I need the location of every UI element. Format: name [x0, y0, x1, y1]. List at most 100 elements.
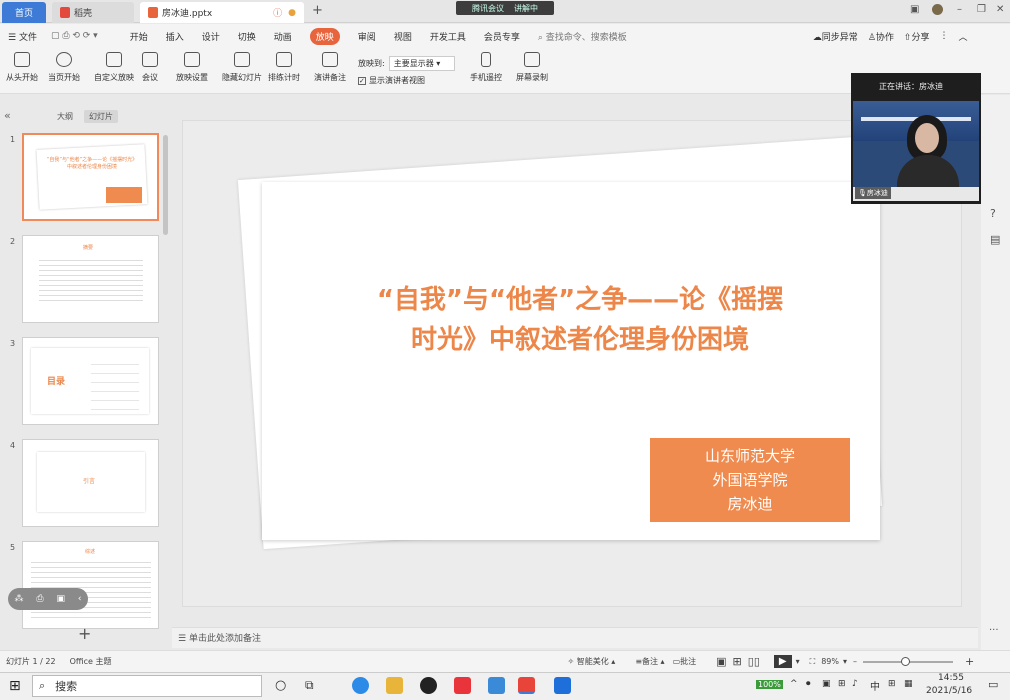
slide-thumb-3[interactable]: 目录 [22, 337, 159, 425]
screen-record-button[interactable]: 屏幕录制 [516, 52, 548, 83]
zoom-out-icon[interactable]: – [853, 657, 857, 666]
menu-insert[interactable]: 插入 [166, 30, 184, 43]
cortana-icon[interactable]: ○ [275, 678, 286, 693]
wechat-tray-icon[interactable]: ▣ [822, 679, 831, 689]
hide-slide-button[interactable]: 隐藏幻灯片 [222, 52, 262, 83]
windows-start-icon[interactable]: ⊞ [9, 678, 21, 694]
menu-home[interactable]: 开始 [130, 30, 148, 43]
zoom-slider-thumb[interactable] [901, 656, 910, 666]
sorter-view-icon[interactable]: ⊞ [733, 655, 742, 668]
menu-file[interactable]: ☰ 文件 [8, 30, 37, 43]
new-tab-icon[interactable]: + [312, 3, 323, 18]
author-box[interactable]: 山东师范大学 外国语学院 房冰迪 [650, 438, 850, 522]
notes-area[interactable]: ☰ 单击此处添加备注 [172, 627, 978, 648]
fit-window-icon[interactable]: ⛶ [810, 657, 816, 667]
network-icon[interactable]: ⊞ [838, 679, 846, 689]
slide-thumb-2[interactable]: 摘要 [22, 235, 159, 323]
speaker-notes-button[interactable]: 演讲备注 [314, 52, 346, 83]
menu-design[interactable]: 设计 [202, 30, 220, 43]
menu-developer[interactable]: 开发工具 [430, 30, 466, 43]
menu-member[interactable]: 会员专享 [484, 30, 520, 43]
theme-name[interactable]: Office 主题 [70, 656, 112, 667]
menu-slideshow[interactable]: 放映 [309, 27, 340, 45]
ime-indicator[interactable]: 中 [870, 678, 880, 693]
more-icon[interactable]: ⋮ [939, 31, 948, 41]
more-dots-icon[interactable]: ··· [989, 625, 999, 636]
quick-access-icons[interactable]: ▢ ⎙ ⟲ ⟳ ▾ [51, 31, 98, 41]
notes-toggle[interactable]: ≡备注 ▴ [635, 656, 664, 667]
beautify-button[interactable]: ✧ 智能美化 ▴ [568, 656, 616, 667]
menu-review[interactable]: 审阅 [358, 30, 376, 43]
custom-show-button[interactable]: 自定义放映 [94, 52, 134, 83]
tab-document[interactable]: 房冰迪.pptx ⓘ ● [140, 2, 304, 23]
help-icon[interactable]: ? [990, 207, 996, 220]
slide-thumb-1[interactable]: “自我”与“他者”之争——论《摇摆时光》中叙述者伦理身份困境 [22, 133, 159, 221]
ime-tool-icon[interactable]: ▦ [904, 679, 913, 689]
window-layout-icon[interactable]: ▣ [910, 4, 919, 15]
phone-remote-button[interactable]: 手机遥控 [470, 52, 502, 83]
warning-icon[interactable]: ⓘ [273, 6, 282, 19]
clock-time[interactable]: 14:55 [938, 673, 964, 683]
tencent-meeting-icon[interactable] [554, 677, 571, 694]
add-slide-button[interactable]: + [78, 624, 91, 643]
close-icon[interactable]: ✕ [996, 4, 1004, 15]
show-settings-button[interactable]: 放映设置 [176, 52, 208, 83]
menu-view[interactable]: 视图 [394, 30, 412, 43]
zoom-in-icon[interactable]: + [965, 655, 974, 668]
from-current-button[interactable]: 当页开始 [48, 52, 80, 83]
tab-outline[interactable]: 大纲 [52, 110, 78, 123]
share-button[interactable]: ⇧分享 [904, 30, 930, 43]
clipboard-icon[interactable]: ▤ [990, 233, 1000, 246]
from-start-button[interactable]: 从头开始 [6, 52, 38, 83]
panel-scrollbar[interactable] [163, 135, 168, 235]
meeting-bar[interactable]: 腾讯会议 讲解中 [456, 1, 554, 15]
normal-view-icon[interactable]: ▣ [716, 655, 726, 668]
tab-home[interactable]: 首页 [2, 2, 46, 23]
reading-view-icon[interactable]: ▯▯ [748, 655, 760, 668]
collapse-ribbon-icon[interactable]: ︿ [958, 30, 967, 43]
mic-tray-icon[interactable]: ⏺ [806, 679, 811, 689]
comments-toggle[interactable]: ▭批注 [673, 656, 697, 667]
collapse-panel-icon[interactable]: « [4, 109, 11, 122]
wps-office-icon[interactable] [454, 677, 471, 694]
slide-title-line-2: 时光》中叙述者伦理身份困境 [410, 325, 749, 355]
menu-transitions[interactable]: 切换 [238, 30, 256, 43]
notes-icon: ☰ [178, 634, 187, 644]
floating-toolbar[interactable]: ⁂ ⎙ ▣ ‹ [8, 588, 88, 610]
translate-icon[interactable] [488, 677, 505, 694]
notification-icon[interactable]: ▭ [988, 678, 998, 691]
minimize-icon[interactable]: – [957, 4, 962, 15]
zoom-level[interactable]: 89% [821, 657, 839, 666]
play-to-select[interactable]: 主要显示器 ▾ [388, 56, 455, 71]
tab-slides[interactable]: 幻灯片 [84, 110, 118, 123]
zoom-slider[interactable] [863, 656, 953, 666]
file-explorer-icon[interactable] [386, 677, 403, 694]
command-search[interactable]: ⌕ 查找命令、搜索模板 [538, 30, 627, 43]
taskbar-search[interactable]: ⌕ 搜索 [32, 675, 262, 697]
meeting-button[interactable]: 会议 [142, 52, 158, 83]
volume-icon[interactable]: ♪ [852, 679, 858, 689]
sync-button[interactable]: ☁同步异常 [813, 30, 858, 43]
edge-icon[interactable] [352, 677, 369, 694]
avatar[interactable] [932, 4, 943, 15]
slide-title[interactable]: “自我”与“他者”之争——论《摇摆 时光》中叙述者伦理身份困境 [295, 280, 865, 360]
play-button[interactable]: ▶ [773, 655, 792, 668]
task-view-icon[interactable]: ⧉ [305, 678, 314, 693]
zoom-dropdown-icon[interactable]: ▾ [843, 657, 847, 666]
rehearse-button[interactable]: 排练计时 [268, 52, 300, 83]
tray-chevron-icon[interactable]: ^ [790, 679, 798, 689]
clock-date[interactable]: 2021/5/16 [926, 686, 972, 696]
slide-thumb-5[interactable]: 综述 [22, 541, 159, 629]
presenter-view-checkbox[interactable]: ✓ 显示演讲者视图 [358, 75, 425, 86]
slide-thumb-4[interactable]: 引言 [22, 439, 159, 527]
video-window[interactable]: 正在讲话：房冰迪 🎙 房冰迪 [851, 73, 981, 204]
battery-indicator[interactable]: 100% [756, 680, 783, 689]
ime-mode-icon[interactable]: ⊞ [888, 679, 896, 689]
menu-animations[interactable]: 动画 [274, 30, 292, 43]
wps-icon[interactable] [518, 677, 535, 694]
restore-icon[interactable]: ❐ [977, 4, 986, 15]
tab-docer[interactable]: 稻壳 [52, 2, 134, 23]
collab-button[interactable]: ♙协作 [868, 30, 894, 43]
qq-icon[interactable] [420, 677, 437, 694]
play-menu-icon[interactable]: ▾ [796, 657, 800, 666]
